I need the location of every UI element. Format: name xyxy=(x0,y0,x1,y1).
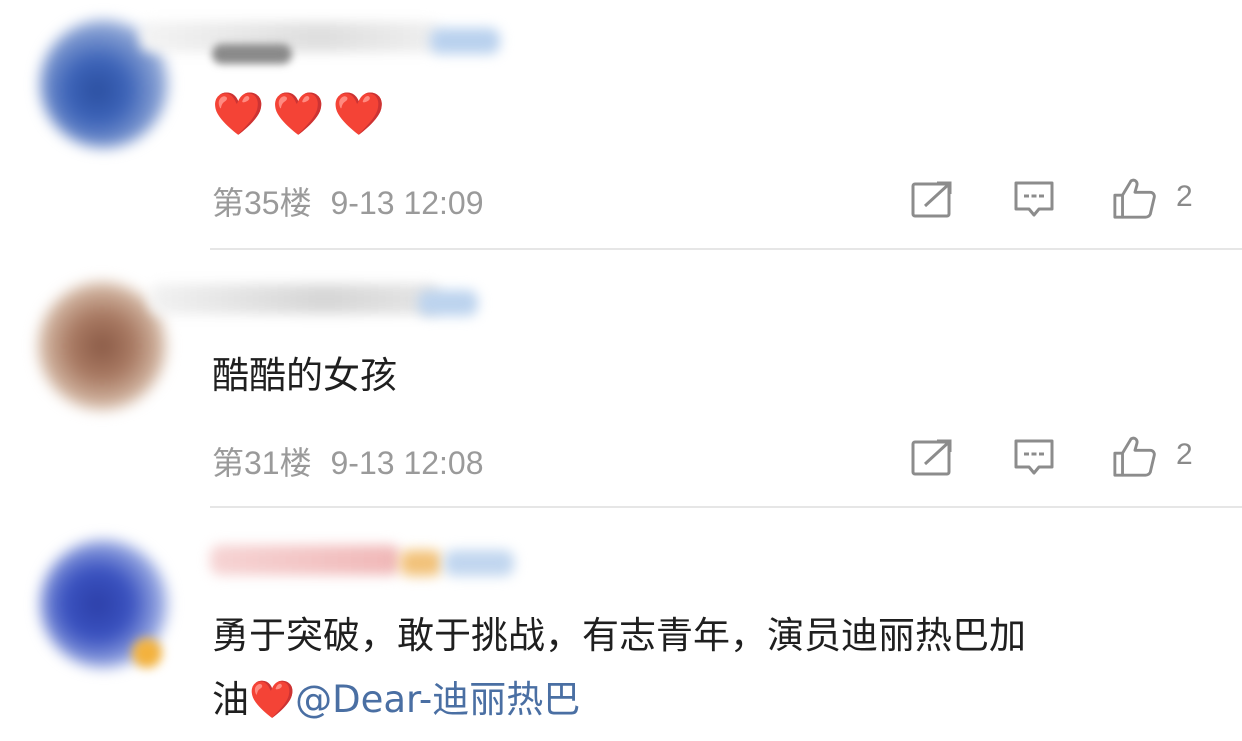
divider xyxy=(210,506,1242,508)
share-icon[interactable] xyxy=(910,436,954,480)
comment-icon[interactable] xyxy=(1012,436,1056,480)
comment-meta: 第31楼 9-13 12:08 xyxy=(212,438,484,484)
user-badge-blurred xyxy=(444,550,514,576)
comment-line: 勇于突破，敢于挑战，有志青年，演员迪丽热巴加 xyxy=(212,614,1026,657)
comment-text: 勇于突破，敢于挑战，有志青年，演员迪丽热巴加 油❤️@Dear-迪丽热巴 xyxy=(212,604,1212,732)
floor-label: 第31楼 xyxy=(212,445,312,481)
share-icon[interactable] xyxy=(910,178,954,222)
floor-label: 第35楼 xyxy=(212,185,312,221)
divider xyxy=(210,248,1242,250)
comment-line-text: 油 xyxy=(212,678,249,721)
avatar[interactable] xyxy=(38,282,166,410)
user-level-badge-blurred xyxy=(400,550,442,576)
thumbs-up-icon[interactable] xyxy=(1112,176,1156,220)
comment-icon[interactable] xyxy=(1012,178,1056,222)
timestamp: 9-13 12:08 xyxy=(330,445,484,481)
user-badge-blurred xyxy=(430,28,500,54)
heart-emoji: ❤️ xyxy=(249,678,296,721)
verified-badge-icon xyxy=(132,638,162,668)
comment-meta: 第35楼 9-13 12:09 xyxy=(212,178,484,224)
thumbs-up-icon[interactable] xyxy=(1112,434,1156,478)
username-blurred xyxy=(212,44,292,64)
comment-line: 油❤️@Dear-迪丽热巴 xyxy=(212,668,1212,732)
mention-link[interactable]: @Dear-迪丽热巴 xyxy=(295,678,580,721)
comment-text: 酷酷的女孩 xyxy=(212,354,397,397)
timestamp: 9-13 12:09 xyxy=(330,185,484,221)
like-count: 2 xyxy=(1176,180,1193,213)
username-blurred[interactable] xyxy=(150,284,440,314)
comment-text: ❤️❤️❤️ xyxy=(212,89,393,138)
like-count: 2 xyxy=(1176,438,1193,471)
user-badge-blurred xyxy=(418,290,478,316)
comment-list: ❤️❤️❤️ 第35楼 9-13 12:09 2 酷酷的女孩 第31楼 9-13… xyxy=(0,0,1242,741)
username-blurred[interactable] xyxy=(210,545,400,575)
